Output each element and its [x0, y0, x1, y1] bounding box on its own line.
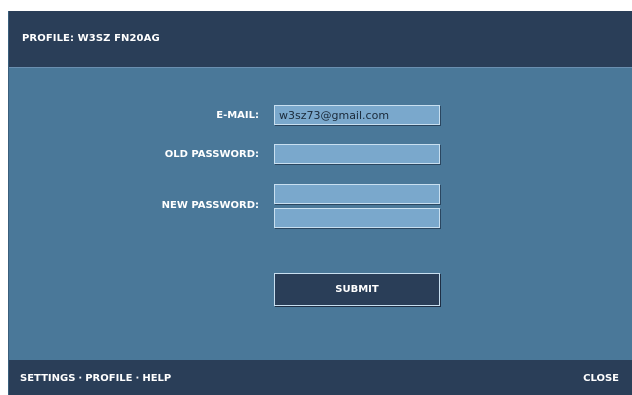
email-label: E-MAIL: — [216, 110, 259, 121]
submit-button[interactable]: SUBMIT — [274, 273, 440, 306]
dialog-title: PROFILE: W3SZ FN20AG — [22, 33, 160, 44]
new-password-field[interactable] — [274, 184, 440, 204]
settings-link[interactable]: SETTINGS — [20, 373, 75, 384]
confirm-password-field[interactable] — [274, 208, 440, 228]
new-password-label: NEW PASSWORD: — [161, 200, 259, 211]
profile-link[interactable]: PROFILE — [85, 373, 132, 384]
old-password-label: OLD PASSWORD: — [164, 149, 259, 160]
nav-separator: · — [78, 373, 83, 384]
footer-bar: SETTINGS · PROFILE · HELP CLOSE — [9, 360, 632, 395]
footer-nav: SETTINGS · PROFILE · HELP — [20, 373, 171, 384]
nav-separator: · — [135, 373, 140, 384]
dialog-header: PROFILE: W3SZ FN20AG — [9, 11, 632, 68]
close-button[interactable]: CLOSE — [583, 373, 619, 384]
old-password-field[interactable] — [274, 144, 440, 164]
profile-dialog: PROFILE: W3SZ FN20AG E-MAIL: OLD PASSWOR… — [8, 11, 632, 395]
email-field[interactable] — [274, 105, 440, 125]
help-link[interactable]: HELP — [142, 373, 171, 384]
